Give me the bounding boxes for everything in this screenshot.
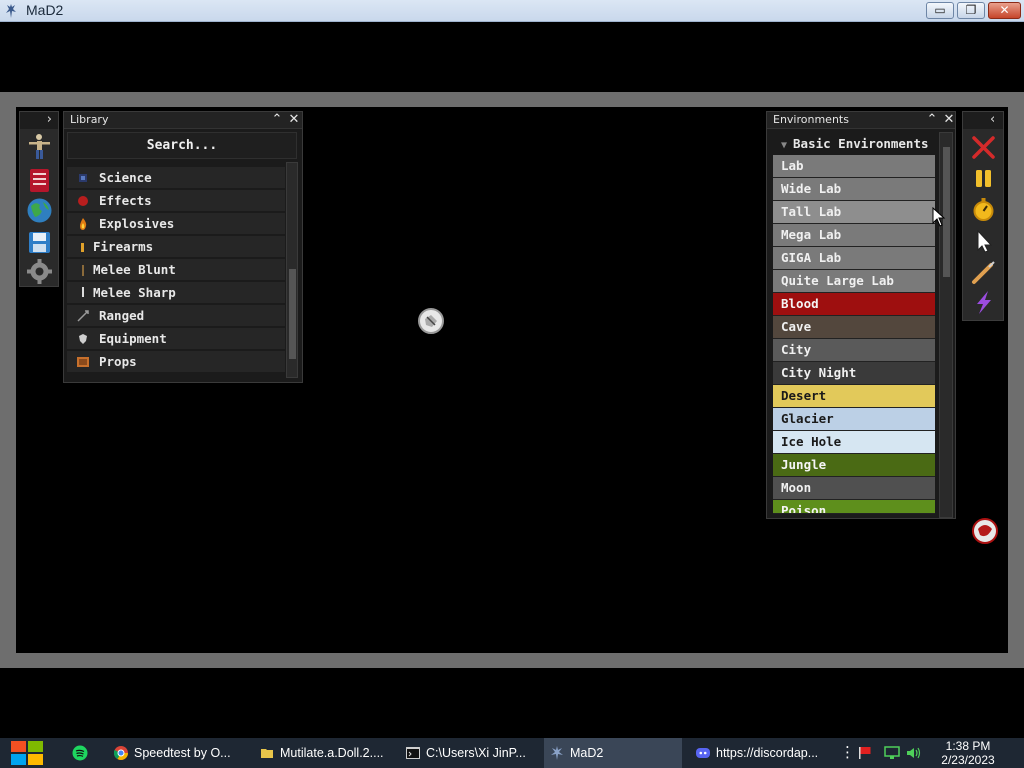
cmd-icon	[406, 747, 420, 759]
mad2-icon	[551, 746, 563, 760]
mad2-app-icon	[6, 4, 16, 18]
spawn-marker-icon[interactable]	[417, 307, 445, 335]
syringe-icon[interactable]	[970, 259, 997, 286]
close-environments-button[interactable]: ✕	[941, 112, 957, 129]
library-item-equipment[interactable]: Equipment	[67, 328, 285, 350]
environment-item-giga-lab[interactable]: GIGA Lab	[773, 247, 935, 270]
environment-item-quite-large-lab[interactable]: Quite Large Lab	[773, 270, 935, 293]
library-panel: Library ⌃ ✕ Search... Science Effects Ex…	[63, 111, 303, 383]
environment-item-city[interactable]: City	[773, 339, 935, 362]
environment-item-mega-lab[interactable]: Mega Lab	[773, 224, 935, 247]
library-item-explosives[interactable]: Explosives	[67, 213, 285, 235]
spotify-icon[interactable]	[72, 745, 88, 761]
group-label: Basic Environments	[793, 136, 929, 151]
environment-item-ice-hole[interactable]: Ice Hole	[773, 431, 935, 454]
environment-item-cave[interactable]: Cave	[773, 316, 935, 339]
discord-icon	[696, 748, 710, 758]
library-category-list: Science Effects Explosives Firearms Mele…	[67, 162, 285, 380]
environment-item-glacier[interactable]: Glacier	[773, 408, 935, 431]
library-item-firearms[interactable]: Firearms	[67, 236, 285, 258]
close-library-button[interactable]: ✕	[286, 112, 302, 129]
taskbar-item-speedtest[interactable]: Speedtest by O...	[108, 738, 246, 768]
pointer-icon[interactable]	[970, 228, 997, 255]
library-item-effects[interactable]: Effects	[67, 190, 285, 212]
windows-start-icon[interactable]	[10, 740, 44, 766]
clock-time: 1:38 PM	[945, 739, 991, 753]
environments-scrollbar[interactable]	[939, 132, 953, 518]
library-search-input[interactable]: Search...	[67, 132, 297, 159]
close-window-button[interactable]: ✕	[988, 2, 1021, 19]
left-toolbar: ›	[19, 111, 59, 287]
environments-header: Environments ⌃ ✕	[767, 112, 955, 129]
environment-item-moon[interactable]: Moon	[773, 477, 935, 500]
library-header: Library ⌃ ✕	[64, 112, 302, 129]
pause-icon[interactable]	[970, 165, 997, 192]
effects-icon	[78, 196, 88, 206]
environment-item-lab[interactable]: Lab	[773, 155, 935, 178]
window-title: MaD2	[26, 2, 64, 18]
taskbar: Speedtest by O... Mutilate.a.Doll.2.... …	[0, 738, 1024, 768]
save-icon[interactable]	[26, 229, 53, 256]
right-toolbar-toggle[interactable]: ‹	[963, 112, 1003, 129]
environment-item-tall-lab[interactable]: Tall Lab	[773, 201, 935, 224]
crate-icon	[77, 357, 89, 367]
library-title: Library	[70, 113, 109, 126]
fire-icon	[80, 218, 87, 230]
library-item-props[interactable]: Props	[67, 351, 285, 373]
environment-item-poison[interactable]: Poison	[773, 500, 935, 514]
clock-date: 2/23/2023	[941, 753, 995, 767]
network-icon[interactable]	[884, 746, 900, 760]
collapse-environments-button[interactable]: ⌃	[924, 112, 940, 129]
taskbar-item-mad2[interactable]: MaD2	[544, 738, 682, 768]
environment-item-desert[interactable]: Desert	[773, 385, 935, 408]
flag-icon[interactable]	[858, 746, 872, 760]
system-clock[interactable]: 1:38 PM 2/23/2023	[936, 739, 1000, 767]
left-toolbar-toggle[interactable]: ›	[20, 112, 58, 129]
blood-splat-icon[interactable]	[971, 517, 999, 545]
environment-item-wide-lab[interactable]: Wide Lab	[773, 178, 935, 201]
library-item-melee-blunt[interactable]: Melee Blunt	[67, 259, 285, 281]
environment-item-jungle[interactable]: Jungle	[773, 454, 935, 477]
basic-environments-group[interactable]: ▼ Basic Environments	[773, 136, 929, 151]
taskbar-item-folder[interactable]: Mutilate.a.Doll.2....	[254, 738, 394, 768]
science-icon	[79, 174, 87, 182]
collapse-library-button[interactable]: ⌃	[269, 112, 285, 129]
lightning-icon[interactable]	[970, 289, 997, 316]
globe-icon[interactable]	[26, 197, 53, 224]
arrow-icon	[77, 310, 89, 322]
library-item-melee-sharp[interactable]: Melee Sharp	[67, 282, 285, 304]
bullet-icon	[81, 243, 84, 252]
taskbar-item-cmd[interactable]: C:\Users\Xi JinP...	[400, 738, 538, 768]
chrome-icon	[114, 746, 128, 760]
blade-icon	[82, 287, 84, 297]
library-scroll-thumb[interactable]	[289, 269, 296, 359]
taskbar-item-discord[interactable]: https://discordap...	[690, 738, 828, 768]
volume-icon[interactable]	[906, 746, 922, 760]
shield-icon	[79, 334, 87, 344]
folder-icon	[261, 749, 273, 758]
minimize-button[interactable]: ▭	[926, 2, 954, 19]
maximize-button[interactable]: ❐	[957, 2, 985, 19]
library-item-ranged[interactable]: Ranged	[67, 305, 285, 327]
environment-item-blood[interactable]: Blood	[773, 293, 935, 316]
system-tray: ⋮	[836, 738, 932, 768]
right-toolbar: ‹	[962, 111, 1004, 321]
ragdoll-icon[interactable]	[26, 133, 53, 160]
blunt-icon	[82, 265, 84, 276]
environment-item-city-night[interactable]: City Night	[773, 362, 935, 385]
stopwatch-icon[interactable]	[970, 196, 997, 223]
library-item-science[interactable]: Science	[67, 167, 285, 189]
close-x-icon[interactable]	[970, 134, 997, 161]
overflow-menu-icon[interactable]: ⋮	[840, 743, 855, 761]
library-scrollbar[interactable]	[286, 162, 298, 378]
mouse-cursor-icon	[932, 207, 946, 227]
environments-title: Environments	[773, 113, 849, 126]
gear-icon[interactable]	[26, 258, 53, 285]
book-icon[interactable]	[26, 167, 53, 194]
chevron-down-icon: ▼	[781, 140, 788, 151]
window-title-bar: MaD2 ▭ ❐ ✕	[0, 0, 1024, 22]
